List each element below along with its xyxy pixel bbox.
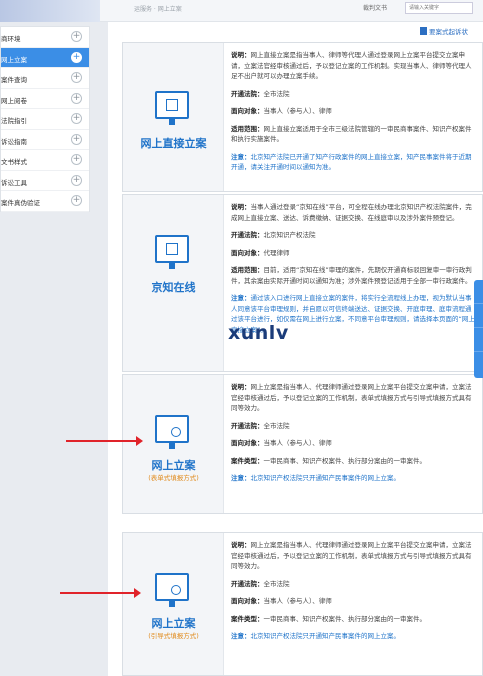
card-subtitle: (表单式填报方式) — [148, 474, 199, 482]
sidebar-item-online-review[interactable]: 网上阅卷 + — [1, 89, 89, 109]
plus-icon[interactable]: + — [71, 92, 82, 104]
card-title: 京知在线 — [151, 281, 196, 294]
card-title: 网上立案 — [151, 617, 196, 630]
sidebar-item-label: 网上立案 — [1, 55, 27, 64]
sidebar: 商环境 + 网上立案 + 案件查询 + 网上阅卷 + 法院指引 + 诉讼指南 + 文书样式 +… — [0, 26, 90, 212]
breadcrumb: 运服务 · 网上立案 — [134, 6, 182, 13]
plus-icon[interactable]: + — [71, 195, 82, 206]
filing-card-form[interactable]: 网上立案 (表单式填报方式) 说明：网上立案是指当事人、代理律师通过登录网上立案… — [122, 374, 483, 514]
sidebar-item-label: 案件查询 — [1, 76, 27, 84]
sidebar-item-doc-templates[interactable]: 文书样式 + — [1, 150, 89, 171]
red-arrow-annotation — [60, 588, 141, 598]
card-icon-panel: 京知在线 — [123, 195, 224, 371]
watermark: xunlv — [228, 322, 289, 344]
sidebar-item-label: 案件真伪验证 — [1, 199, 40, 207]
floating-toolbar[interactable] — [474, 280, 483, 378]
sidebar-item-verify[interactable]: 案件真伪验证 + — [1, 191, 89, 212]
main-content: 要案式起诉状 网上直接立案 说明：网上直接立案是指当事人、律师等代理人通过登录网… — [108, 22, 483, 676]
sidebar-item-label: 诉讼工具 — [1, 178, 27, 187]
sidebar-item-litigation-guide[interactable]: 诉讼指南 + — [1, 130, 89, 150]
top-bar: 运服务 · 网上立案 裁判文书 — [100, 0, 483, 22]
card-body: 说明：当事人通过登录“京知在线”平台，可全程在线办理北京知识产权法院案件，完成网… — [231, 203, 475, 334]
plus-icon[interactable]: + — [71, 154, 82, 165]
monitor-clock-icon — [155, 573, 189, 607]
card-body: 说明：网上直接立案是指当事人、律师等代理人通过登录网上立案平台提交立案申请，立案… — [231, 51, 472, 171]
card-body: 说明：网上立案是指当事人、代理律师通过登录网上立案平台提交立案申请，立案法官经审… — [231, 541, 472, 640]
sidebar-item-label: 商环境 — [1, 35, 21, 43]
search-input[interactable] — [405, 2, 473, 14]
sidebar-item-court-guide[interactable]: 法院指引 + — [1, 109, 89, 130]
filing-card-jingzhi[interactable]: 京知在线 说明：当事人通过登录“京知在线”平台，可全程在线办理北京知识产权法院案… — [122, 194, 483, 372]
card-title: 网上直接立案 — [140, 137, 207, 150]
monitor-edit-icon — [155, 91, 189, 125]
monitor-clock-icon — [155, 415, 189, 449]
plus-icon[interactable]: + — [71, 174, 82, 186]
sidebar-item-label: 诉讼指南 — [1, 137, 27, 146]
sidebar-item-case-query[interactable]: 案件查询 + — [1, 68, 89, 89]
plus-icon[interactable]: + — [71, 31, 82, 42]
document-icon — [420, 27, 427, 35]
sidebar-item-label: 文书样式 — [1, 158, 27, 166]
card-icon-panel: 网上立案 (引导式填报方式) — [123, 533, 224, 675]
filing-card-guided[interactable]: 网上立案 (引导式填报方式) 说明：网上立案是指当事人、代理律师通过登录网上立案… — [122, 532, 483, 676]
search-label: 裁判文书 — [363, 5, 388, 12]
guide-button[interactable]: 要案式起诉状 — [420, 26, 468, 38]
plus-icon[interactable]: + — [71, 72, 82, 83]
card-body: 说明：网上立案是指当事人、代理律师通过登录网上立案平台提交立案申请，立案法官经审… — [231, 383, 472, 482]
sidebar-item-business[interactable]: 商环境 + — [1, 27, 89, 48]
sidebar-item-online-filing[interactable]: 网上立案 + — [1, 47, 89, 68]
sidebar-item-label: 法院指引 — [1, 117, 27, 125]
card-icon-panel: 网上直接立案 — [123, 43, 224, 191]
card-title: 网上立案 — [151, 459, 196, 472]
plus-icon[interactable]: + — [71, 133, 82, 145]
monitor-edit-icon — [155, 235, 189, 269]
red-arrow-annotation — [66, 436, 143, 446]
sidebar-item-label: 网上阅卷 — [1, 96, 27, 105]
top-banner-blur — [0, 0, 100, 22]
card-subtitle: (引导式填报方式) — [148, 632, 199, 640]
plus-icon[interactable]: + — [71, 51, 82, 63]
plus-icon[interactable]: + — [71, 113, 82, 124]
sidebar-item-tools[interactable]: 诉讼工具 + — [1, 171, 89, 191]
guide-label: 要案式起诉状 — [429, 28, 468, 36]
filing-card-direct[interactable]: 网上直接立案 说明：网上直接立案是指当事人、律师等代理人通过登录网上立案平台提交… — [122, 42, 483, 192]
